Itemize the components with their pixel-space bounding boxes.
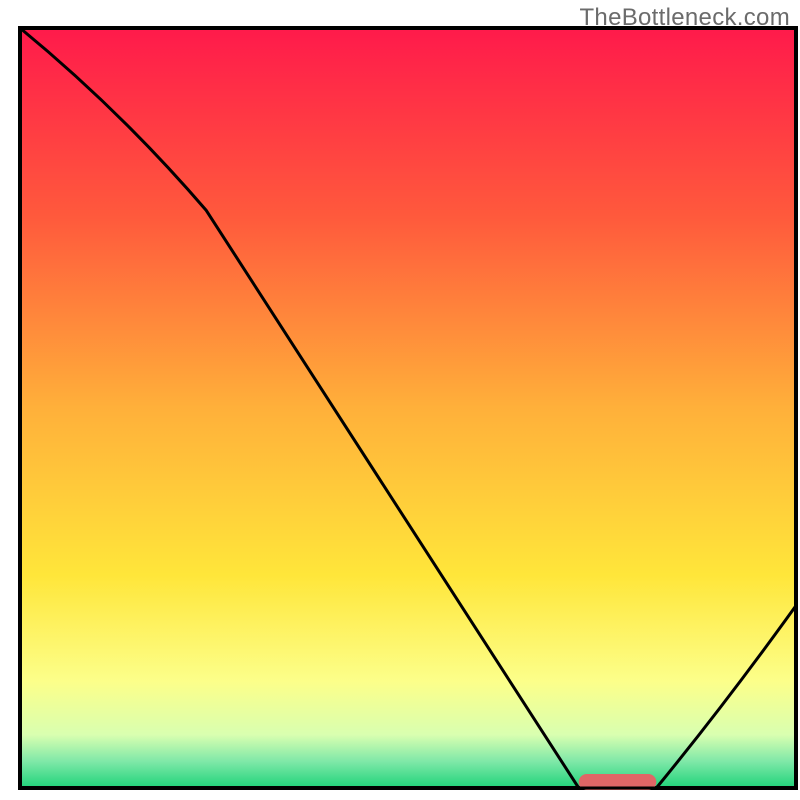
bottleneck-chart [0, 0, 800, 800]
plot-background [20, 28, 796, 788]
chart-frame: TheBottleneck.com [0, 0, 800, 800]
